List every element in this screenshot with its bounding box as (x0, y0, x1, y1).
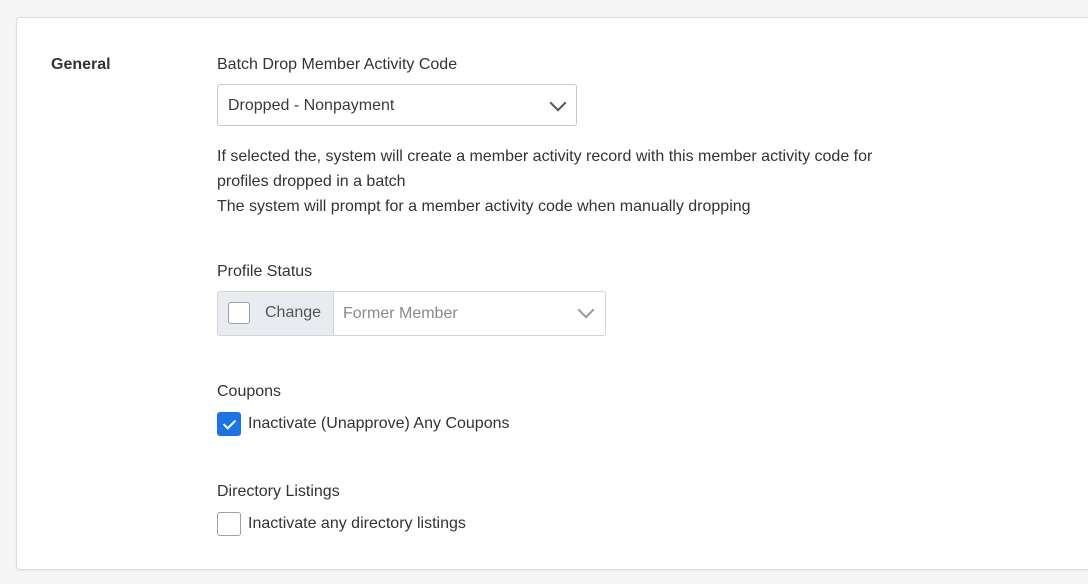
change-toggle-addon[interactable]: Change (218, 292, 334, 335)
directory-listings-option-label[interactable]: Inactivate any directory listings (248, 515, 466, 533)
coupons-label: Coupons (217, 383, 282, 400)
batch-drop-selected-value: Dropped - Nonpayment (228, 97, 395, 114)
change-label: Change (265, 304, 322, 321)
profile-status-selected-value: Former Member (343, 305, 458, 322)
coupons-option-label[interactable]: Inactivate (Unapprove) Any Coupons (248, 415, 509, 433)
coupons-checkbox[interactable] (217, 412, 241, 436)
help-line: If selected the, system will create a me… (217, 148, 873, 165)
directory-listings-checkbox[interactable] (217, 512, 241, 536)
chevron-down-icon (577, 301, 595, 319)
batch-drop-label: Batch Drop Member Activity Code (217, 56, 458, 73)
profile-status-group: Change Former Member (217, 291, 606, 336)
help-line: The system will prompt for a member acti… (217, 198, 751, 215)
profile-status-label: Profile Status (217, 263, 313, 280)
batch-drop-select[interactable]: Dropped - Nonpayment (217, 84, 577, 126)
chevron-down-icon (549, 94, 567, 112)
section-title: General (51, 56, 111, 73)
directory-listings-label: Directory Listings (217, 483, 340, 500)
help-line: profiles dropped in a batch (217, 173, 406, 190)
profile-status-select[interactable]: Former Member (334, 292, 605, 335)
batch-drop-help: If selected the, system will create a me… (217, 144, 957, 219)
settings-card: General Batch Drop Member Activity Code … (16, 17, 1088, 570)
checkmark-icon (222, 416, 237, 430)
change-checkbox[interactable] (228, 302, 250, 324)
